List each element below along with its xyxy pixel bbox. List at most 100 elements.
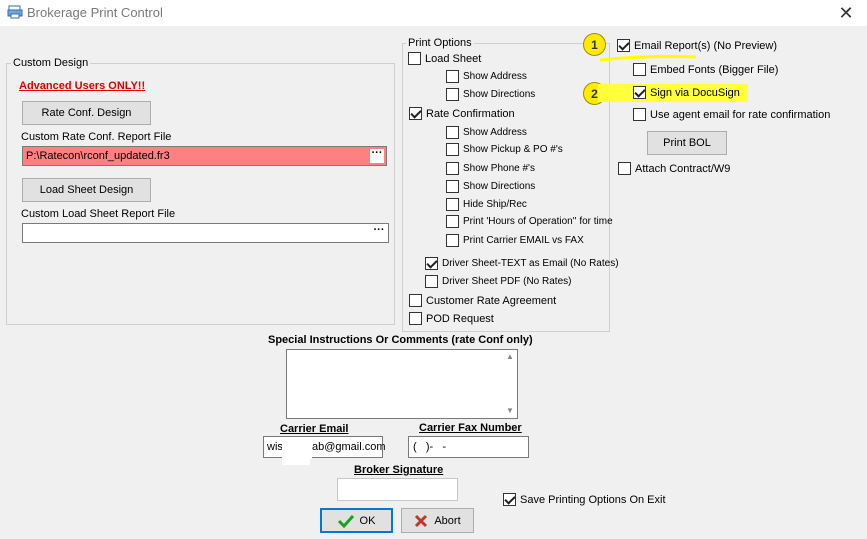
checkbox-label: Show Directions [463, 181, 536, 192]
load-sheet-report-label: Custom Load Sheet Report File [21, 208, 176, 220]
carrier-email-prefix: wis [267, 441, 283, 453]
checkbox-label: Print Carrier EMAIL vs FAX [463, 235, 584, 246]
checkbox-box[interactable] [446, 234, 459, 247]
x-icon [414, 514, 428, 528]
load-sheet-design-label: Load Sheet Design [39, 184, 134, 196]
rate-conf-report-label: Custom Rate Conf. Report File [21, 131, 172, 143]
title-bar: Brokerage Print Control ✕ [0, 0, 867, 26]
rate-conf-show-pickup-checkbox[interactable]: Show Pickup & PO #'s [446, 143, 563, 156]
agent-email-checkbox[interactable]: Use agent email for rate confirmation [633, 108, 830, 121]
rate-conf-show-phone-checkbox[interactable]: Show Phone #'s [446, 162, 535, 175]
save-on-exit-checkbox[interactable]: Save Printing Options On Exit [503, 493, 666, 506]
checkbox-label: Driver Sheet-TEXT as Email (No Rates) [442, 258, 619, 269]
rate-conf-show-directions-checkbox[interactable]: Show Directions [446, 180, 535, 193]
rate-conf-hours-operation-checkbox[interactable]: Print 'Hours of Operation'' for time [446, 215, 613, 228]
checkbox-label: Print 'Hours of Operation'' for time [463, 216, 613, 227]
checkbox-label: Email Report(s) (No Preview) [634, 39, 778, 52]
checkbox-box[interactable] [633, 108, 646, 121]
check-icon [337, 514, 354, 528]
checkbox-box[interactable] [446, 70, 459, 83]
print-bol-label: Print BOL [663, 137, 711, 149]
checkbox-box[interactable] [446, 180, 459, 193]
carrier-email-suffix: ab@gmail.com [312, 441, 386, 453]
checkbox-box[interactable] [633, 63, 646, 76]
load-sheet-checkbox[interactable]: Load Sheet [408, 52, 481, 65]
checkbox-box[interactable] [446, 162, 459, 175]
checkbox-label: Rate Confirmation [426, 107, 515, 120]
checkbox-label: Show Directions [463, 89, 536, 100]
special-instructions-label: Special Instructions Or Comments (rate C… [268, 334, 533, 346]
rate-conf-design-button[interactable]: Rate Conf. Design [22, 101, 151, 125]
carrier-email-field[interactable]: wis ab@gmail.com [263, 436, 386, 459]
redaction-block [282, 457, 310, 465]
checkbox-box[interactable] [446, 88, 459, 101]
checkbox-box[interactable] [425, 257, 438, 270]
close-icon[interactable]: ✕ [826, 1, 866, 25]
checkbox-label: Customer Rate Agreement [426, 294, 557, 307]
checkbox-box[interactable] [633, 86, 646, 99]
driver-sheet-pdf-checkbox[interactable]: Driver Sheet PDF (No Rates) [425, 275, 571, 288]
checkbox-box[interactable] [446, 126, 459, 139]
checkbox-box[interactable] [409, 312, 422, 325]
rate-conf-report-value: P:\Ratecon\rconf_updated.fr3 [26, 150, 170, 162]
scroll-up-icon[interactable]: ▲ [506, 352, 514, 361]
rate-conf-report-field[interactable]: P:\Ratecon\rconf_updated.fr3 ··· [22, 146, 387, 166]
checkbox-label: Sign via DocuSign [650, 86, 740, 99]
carrier-fax-value: ( )- - [413, 441, 446, 453]
broker-signature-field[interactable] [337, 478, 458, 501]
app-icon [7, 5, 23, 19]
checkbox-box[interactable] [446, 215, 459, 228]
checkbox-box[interactable] [425, 275, 438, 288]
checkbox-box[interactable] [617, 39, 630, 52]
carrier-fax-field[interactable]: ( )- - [408, 436, 529, 458]
checkbox-label: Attach Contract/W9 [635, 162, 731, 175]
carrier-email-label: Carrier Email [280, 423, 349, 435]
checkbox-label: POD Request [426, 312, 494, 325]
checkbox-box[interactable] [618, 162, 631, 175]
rate-confirmation-checkbox[interactable]: Rate Confirmation [409, 107, 515, 120]
checkbox-label: Hide Ship/Rec [463, 199, 527, 210]
print-bol-button[interactable]: Print BOL [647, 131, 727, 155]
checkbox-box[interactable] [409, 294, 422, 307]
browse-ellipsis-icon[interactable]: ··· [372, 225, 386, 240]
pod-request-checkbox[interactable]: POD Request [409, 312, 494, 325]
broker-signature-label: Broker Signature [354, 464, 444, 476]
ok-label: OK [359, 514, 376, 527]
load-sheet-design-button[interactable]: Load Sheet Design [22, 178, 151, 202]
checkbox-box[interactable] [446, 143, 459, 156]
driver-sheet-text-checkbox[interactable]: Driver Sheet-TEXT as Email (No Rates) [425, 257, 619, 270]
advanced-users-warning: Advanced Users ONLY!! [19, 80, 146, 92]
redaction-block [282, 437, 312, 459]
checkbox-label: Load Sheet [425, 52, 482, 65]
custom-design-legend: Custom Design [11, 57, 91, 69]
abort-label: Abort [434, 514, 461, 527]
checkbox-box[interactable] [409, 107, 422, 120]
load-sheet-report-field[interactable]: ··· [22, 223, 389, 243]
scroll-down-icon[interactable]: ▼ [506, 406, 514, 415]
browse-ellipsis-icon[interactable]: ··· [370, 148, 384, 163]
attach-contract-checkbox[interactable]: Attach Contract/W9 [618, 162, 730, 175]
load-sheet-show-address-checkbox[interactable]: Show Address [446, 70, 527, 83]
checkbox-label: Show Address [463, 127, 527, 138]
checkbox-label: Show Phone #'s [463, 163, 535, 174]
checkbox-label: Save Printing Options On Exit [520, 493, 666, 506]
checkbox-box[interactable] [408, 52, 421, 65]
checkbox-box[interactable] [503, 493, 516, 506]
embed-fonts-checkbox[interactable]: Embed Fonts (Bigger File) [633, 63, 778, 76]
special-instructions-textarea[interactable]: ▲ ▼ [286, 349, 518, 419]
checkbox-label: Show Address [463, 71, 527, 82]
email-reports-checkbox[interactable]: Email Report(s) (No Preview) [617, 39, 777, 52]
load-sheet-show-directions-checkbox[interactable]: Show Directions [446, 88, 535, 101]
rate-conf-hide-ship-rec-checkbox[interactable]: Hide Ship/Rec [446, 198, 527, 211]
annotation-underline [598, 53, 698, 62]
textarea-scrollbar[interactable]: ▲ ▼ [503, 350, 517, 418]
checkbox-label: Show Pickup & PO #'s [463, 144, 563, 155]
print-options-legend: Print Options [406, 37, 474, 49]
rate-conf-email-vs-fax-checkbox[interactable]: Print Carrier EMAIL vs FAX [446, 234, 584, 247]
sign-docusign-checkbox[interactable]: Sign via DocuSign [633, 86, 740, 99]
checkbox-box[interactable] [446, 198, 459, 211]
customer-rate-agreement-checkbox[interactable]: Customer Rate Agreement [409, 294, 556, 307]
rate-conf-show-address-checkbox[interactable]: Show Address [446, 126, 527, 139]
abort-button[interactable]: Abort [401, 508, 474, 533]
ok-button[interactable]: OK [320, 508, 393, 533]
